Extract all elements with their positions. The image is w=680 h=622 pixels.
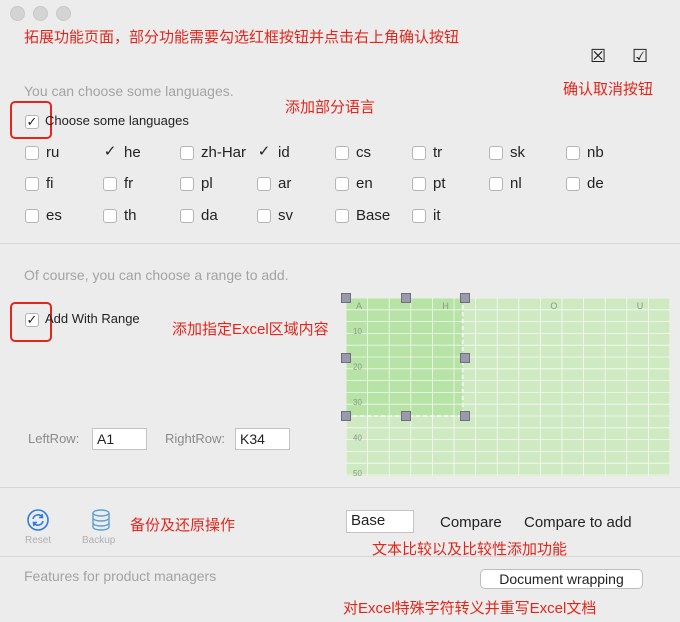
lang-label: tr (433, 144, 443, 161)
lang-label: nl (510, 175, 522, 192)
range-handle[interactable] (460, 293, 470, 303)
grid-col-label: H (442, 301, 449, 311)
range-handle[interactable] (401, 293, 411, 303)
lang-checkbox-it[interactable] (412, 209, 426, 223)
lang-checkbox-zh-har[interactable] (180, 146, 194, 160)
compare-button[interactable]: Compare (440, 514, 502, 531)
lang-checkbox-tr[interactable] (412, 146, 426, 160)
lang-checkbox-id[interactable]: ✓ (257, 144, 271, 160)
annotation-add-languages: 添加部分语言 (285, 99, 376, 116)
add-with-range-checkbox[interactable]: ✓ (25, 313, 39, 327)
annotation-escape: 对Excel特殊字符转义并重写Excel文档 (343, 600, 597, 617)
lang-checkbox-nl[interactable] (489, 177, 503, 191)
lang-label: id (278, 144, 290, 161)
lang-checkbox-sk[interactable] (489, 146, 503, 160)
window-close-button[interactable] (10, 6, 25, 21)
left-row-label: LeftRow: (28, 431, 80, 446)
lang-checkbox-es[interactable] (25, 209, 39, 223)
range-handle[interactable] (460, 411, 470, 421)
range-handle[interactable] (401, 411, 411, 421)
lang-label: en (356, 175, 373, 192)
range-handle[interactable] (341, 353, 351, 363)
annotation-add-range: 添加指定Excel区域内容 (172, 321, 329, 338)
annotation-backup-restore: 备份及还原操作 (130, 517, 236, 534)
add-with-range-label: Add With Range (45, 311, 140, 326)
footer-hint: Features for product managers (24, 568, 217, 584)
lang-checkbox-nb[interactable] (566, 146, 580, 160)
lang-label: fr (124, 175, 134, 192)
lang-label: de (587, 175, 604, 192)
reset-icon[interactable] (26, 508, 50, 532)
reset-label: Reset (25, 535, 52, 546)
cancel-button[interactable]: ☒ (590, 47, 606, 65)
backup-icon[interactable] (90, 508, 112, 532)
choose-languages-checkbox[interactable]: ✓ (25, 115, 39, 129)
lang-label: th (124, 207, 137, 224)
lang-checkbox-cs[interactable] (335, 146, 349, 160)
grid-row-label: 30 (353, 398, 362, 407)
grid-col-label: A (356, 301, 362, 311)
divider (0, 487, 680, 488)
lang-checkbox-ar[interactable] (257, 177, 271, 191)
lang-checkbox-he[interactable]: ✓ (103, 144, 117, 160)
window-minimize-button[interactable] (33, 6, 48, 21)
lang-checkbox-fr[interactable] (103, 177, 117, 191)
range-handle[interactable] (460, 353, 470, 363)
grid-col-label: U (637, 301, 644, 311)
range-handle[interactable] (341, 293, 351, 303)
lang-label: sk (510, 144, 525, 161)
grid-row-label: 40 (353, 434, 362, 443)
lang-label: sv (278, 207, 293, 224)
lang-checkbox-da[interactable] (180, 209, 194, 223)
lang-checkbox-base[interactable] (335, 209, 349, 223)
lang-label: es (46, 207, 62, 224)
lang-label: nb (587, 144, 604, 161)
lang-checkbox-th[interactable] (103, 209, 117, 223)
confirm-button[interactable]: ☑ (632, 47, 648, 65)
divider (0, 556, 680, 557)
lang-checkbox-de[interactable] (566, 177, 580, 191)
lang-label: zh-Har (201, 144, 247, 161)
right-row-label: RightRow: (165, 431, 225, 446)
grid-lines: A H O U 10 20 30 40 50 (346, 298, 670, 476)
annotation-top-note: 拓展功能页面，部分功能需要勾选红框按钮并点击右上角确认按钮 (24, 29, 460, 46)
grid-row-label: 20 (353, 363, 362, 372)
lang-checkbox-ru[interactable] (25, 146, 39, 160)
excel-range-grid[interactable]: A H O U 10 20 30 40 50 (346, 298, 670, 476)
left-row-input[interactable]: A1 (92, 428, 147, 450)
right-row-input[interactable]: K34 (235, 428, 290, 450)
annotation-confirm-cancel: 确认取消按钮 (563, 81, 654, 98)
lang-label: it (433, 207, 441, 224)
grid-row-label: 10 (353, 327, 362, 336)
languages-hint: You can choose some languages. (24, 83, 234, 99)
grid-row-label: 50 (353, 469, 362, 476)
lang-label: cs (356, 144, 371, 161)
lang-checkbox-fi[interactable] (25, 177, 39, 191)
range-handle[interactable] (341, 411, 351, 421)
document-wrapping-button[interactable]: Document wrapping (480, 569, 643, 589)
lang-checkbox-en[interactable] (335, 177, 349, 191)
compare-base-input[interactable]: Base (346, 510, 414, 533)
lang-label: pl (201, 175, 213, 192)
backup-label: Backup (82, 535, 116, 546)
choose-languages-label: Choose some languages (45, 113, 189, 128)
lang-label: he (124, 144, 141, 161)
compare-to-add-button[interactable]: Compare to add (524, 514, 632, 531)
lang-label: fi (46, 175, 54, 192)
lang-checkbox-sv[interactable] (257, 209, 271, 223)
lang-checkbox-pt[interactable] (412, 177, 426, 191)
range-hint: Of course, you can choose a range to add… (24, 267, 289, 283)
lang-label: ar (278, 175, 292, 192)
window-zoom-button[interactable] (56, 6, 71, 21)
lang-label: da (201, 207, 218, 224)
lang-label: pt (433, 175, 446, 192)
lang-checkbox-pl[interactable] (180, 177, 194, 191)
grid-col-label: O (550, 301, 557, 311)
lang-label: ru (46, 144, 60, 161)
divider (0, 243, 680, 244)
lang-label: Base (356, 207, 391, 224)
